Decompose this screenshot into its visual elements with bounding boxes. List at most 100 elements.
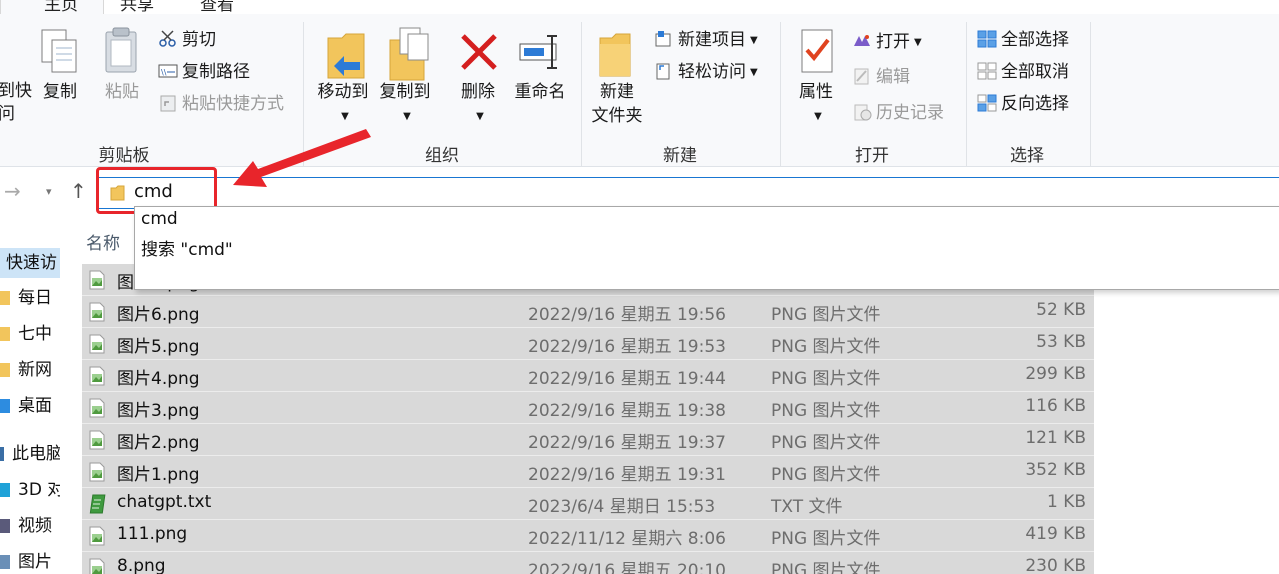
select-none-button[interactable]: 全部取消: [977, 59, 1069, 85]
image-file-icon: [89, 270, 105, 290]
group-divider: [581, 22, 582, 167]
paste-shortcut-label: 粘贴快捷方式: [182, 94, 284, 114]
group-divider: [1090, 22, 1091, 167]
up-arrow-icon[interactable]: ↑: [70, 179, 87, 203]
open-button[interactable]: 打开 ▼: [852, 29, 922, 55]
paste-shortcut-button[interactable]: 粘贴快捷方式: [158, 91, 284, 117]
copy-button[interactable]: 复制: [38, 80, 82, 104]
chevron-down-icon: ▼: [750, 67, 758, 78]
tab-share[interactable]: 共享: [120, 0, 154, 14]
sidebar-item-3d-objects[interactable]: 3D 对: [0, 475, 60, 505]
pin-quick-access-button[interactable]: 到快 问: [0, 80, 32, 126]
edit-icon: [854, 68, 869, 85]
edit-button[interactable]: 编辑: [852, 64, 910, 90]
file-name: 图片1.png: [117, 465, 200, 485]
picture-icon: [0, 555, 10, 569]
tab-home[interactable]: 主页: [44, 0, 78, 14]
select-all-button[interactable]: 全部选择: [977, 27, 1069, 53]
properties-button[interactable]: 属性 ▼: [792, 80, 840, 129]
file-name: chatgpt.txt: [117, 492, 212, 512]
new-item-icon: [655, 31, 671, 47]
file-type: PNG 图片文件: [771, 529, 881, 549]
sidebar-item-xinwang[interactable]: 新网: [0, 355, 60, 385]
chevron-down-icon: ▼: [914, 37, 922, 48]
forward-arrow-icon[interactable]: →: [4, 179, 21, 203]
chevron-down-icon: ▼: [403, 111, 411, 122]
file-row[interactable]: 图片2.png 2022/9/16 星期五 19:37 PNG 图片文件 121 KB: [82, 424, 1094, 456]
file-name: 图片4.png: [117, 369, 200, 389]
history-button[interactable]: 历史记录: [852, 100, 944, 126]
search-suggestion-item[interactable]: 搜索 "cmd": [141, 235, 233, 260]
file-name: 8.png: [117, 556, 166, 574]
new-folder-button[interactable]: 新建 文件夹: [586, 80, 648, 128]
file-row[interactable]: 8.png 2022/9/16 星期五 20:10 PNG 图片文件 230 KB: [82, 552, 1094, 574]
select-group-label: 选择: [1010, 146, 1044, 166]
file-size: 419 KB: [1025, 524, 1086, 544]
paste-icon: [105, 27, 137, 73]
file-row[interactable]: 图片6.png 2022/9/16 星期五 19:56 PNG 图片文件 52 KB: [82, 296, 1094, 328]
copy-to-button[interactable]: 复制到 ▼: [374, 80, 436, 129]
sidebar-item-videos[interactable]: 视频: [0, 511, 60, 541]
chevron-down-icon: ▼: [476, 111, 484, 122]
delete-label: 删除: [461, 82, 495, 102]
ribbon: 到快 问 复制 粘贴 剪切 \\ 复制路径 粘贴快捷方式 剪贴板 移动到 ▼ 复…: [0, 14, 1279, 167]
file-modified-date: 2022/9/16 星期五 19:38: [528, 401, 726, 421]
copy-path-label: 复制路径: [182, 62, 250, 82]
move-to-button[interactable]: 移动到 ▼: [312, 80, 374, 129]
file-type: PNG 图片文件: [771, 369, 881, 389]
rename-button[interactable]: 重命名: [510, 80, 570, 104]
pin-quick-access-label: 到快 问: [0, 81, 32, 124]
file-modified-date: 2022/9/16 星期五 19:56: [528, 305, 726, 325]
sidebar-item-qizhong[interactable]: 七中: [0, 319, 60, 349]
copy-path-button[interactable]: \\ 复制路径: [158, 59, 250, 85]
delete-button[interactable]: 删除 ▼: [454, 80, 502, 129]
recent-locations-chevron-icon[interactable]: ▾: [46, 185, 52, 198]
new-item-button[interactable]: 新建项目 ▼: [654, 27, 758, 53]
select-none-label: 全部取消: [1001, 62, 1069, 82]
file-row[interactable]: 图片3.png 2022/9/16 星期五 19:38 PNG 图片文件 116 KB: [82, 392, 1094, 424]
sidebar-item-this-pc[interactable]: 此电脑: [0, 439, 60, 469]
sidebar-item-label: 视频: [18, 516, 52, 536]
file-size: 116 KB: [1025, 396, 1086, 416]
file-row[interactable]: 图片5.png 2022/9/16 星期五 19:53 PNG 图片文件 53 KB: [82, 328, 1094, 360]
file-type: PNG 图片文件: [771, 305, 881, 325]
file-row[interactable]: chatgpt.txt 2023/6/4 星期日 15:53 TXT 文件 1 KB: [82, 488, 1094, 520]
column-header-name[interactable]: 名称: [86, 229, 120, 254]
file-name: 111.png: [117, 524, 188, 544]
paste-button[interactable]: 粘贴: [100, 80, 144, 104]
new-folder-icon: [599, 33, 631, 77]
sidebar-item-label: 桌面: [18, 396, 52, 416]
easy-access-button[interactable]: 轻松访问 ▼: [654, 59, 758, 85]
file-name: 图片2.png: [117, 433, 200, 453]
invert-selection-icon: [977, 94, 997, 112]
file-modified-date: 2022/9/16 星期五 20:10: [528, 561, 726, 574]
file-size: 1 KB: [1046, 492, 1086, 512]
properties-icon: [801, 29, 833, 73]
file-type: PNG 图片文件: [771, 561, 881, 574]
properties-label: 属性: [799, 82, 833, 102]
file-modified-date: 2022/9/16 星期五 19:37: [528, 433, 726, 453]
desktop-icon: [0, 399, 10, 413]
history-icon: [854, 104, 872, 121]
file-row[interactable]: 图片4.png 2022/9/16 星期五 19:44 PNG 图片文件 299 KB: [82, 360, 1094, 392]
new-item-label: 新建项目: [678, 30, 746, 50]
sidebar-item-pictures[interactable]: 图片: [0, 547, 60, 574]
sidebar-item-daily[interactable]: 每日: [0, 283, 60, 313]
svg-text:\\: \\: [161, 68, 167, 77]
sidebar-item-quick-access[interactable]: 快速访: [0, 248, 60, 278]
image-file-icon: [89, 398, 105, 418]
organize-group-label: 组织: [425, 146, 459, 166]
navigation-pane: 快速访 每日 七中 新网 桌面 此电脑 3D 对 视频 图片: [0, 217, 60, 574]
copy-to-label: 复制到: [379, 82, 431, 102]
cut-button[interactable]: 剪切: [158, 27, 216, 53]
move-to-label: 移动到: [317, 82, 369, 102]
suggestion-item[interactable]: cmd: [141, 209, 178, 229]
file-row[interactable]: 111.png 2022/11/12 星期六 8:06 PNG 图片文件 419 KB: [82, 520, 1094, 552]
file-size: 121 KB: [1025, 428, 1086, 448]
invert-selection-button[interactable]: 反向选择: [977, 91, 1069, 117]
image-file-icon: [89, 334, 105, 354]
tab-view[interactable]: 查看: [200, 0, 234, 14]
file-row[interactable]: 图片1.png 2022/9/16 星期五 19:31 PNG 图片文件 352 KB: [82, 456, 1094, 488]
image-file-icon: [89, 558, 105, 574]
sidebar-item-desktop[interactable]: 桌面: [0, 391, 60, 421]
